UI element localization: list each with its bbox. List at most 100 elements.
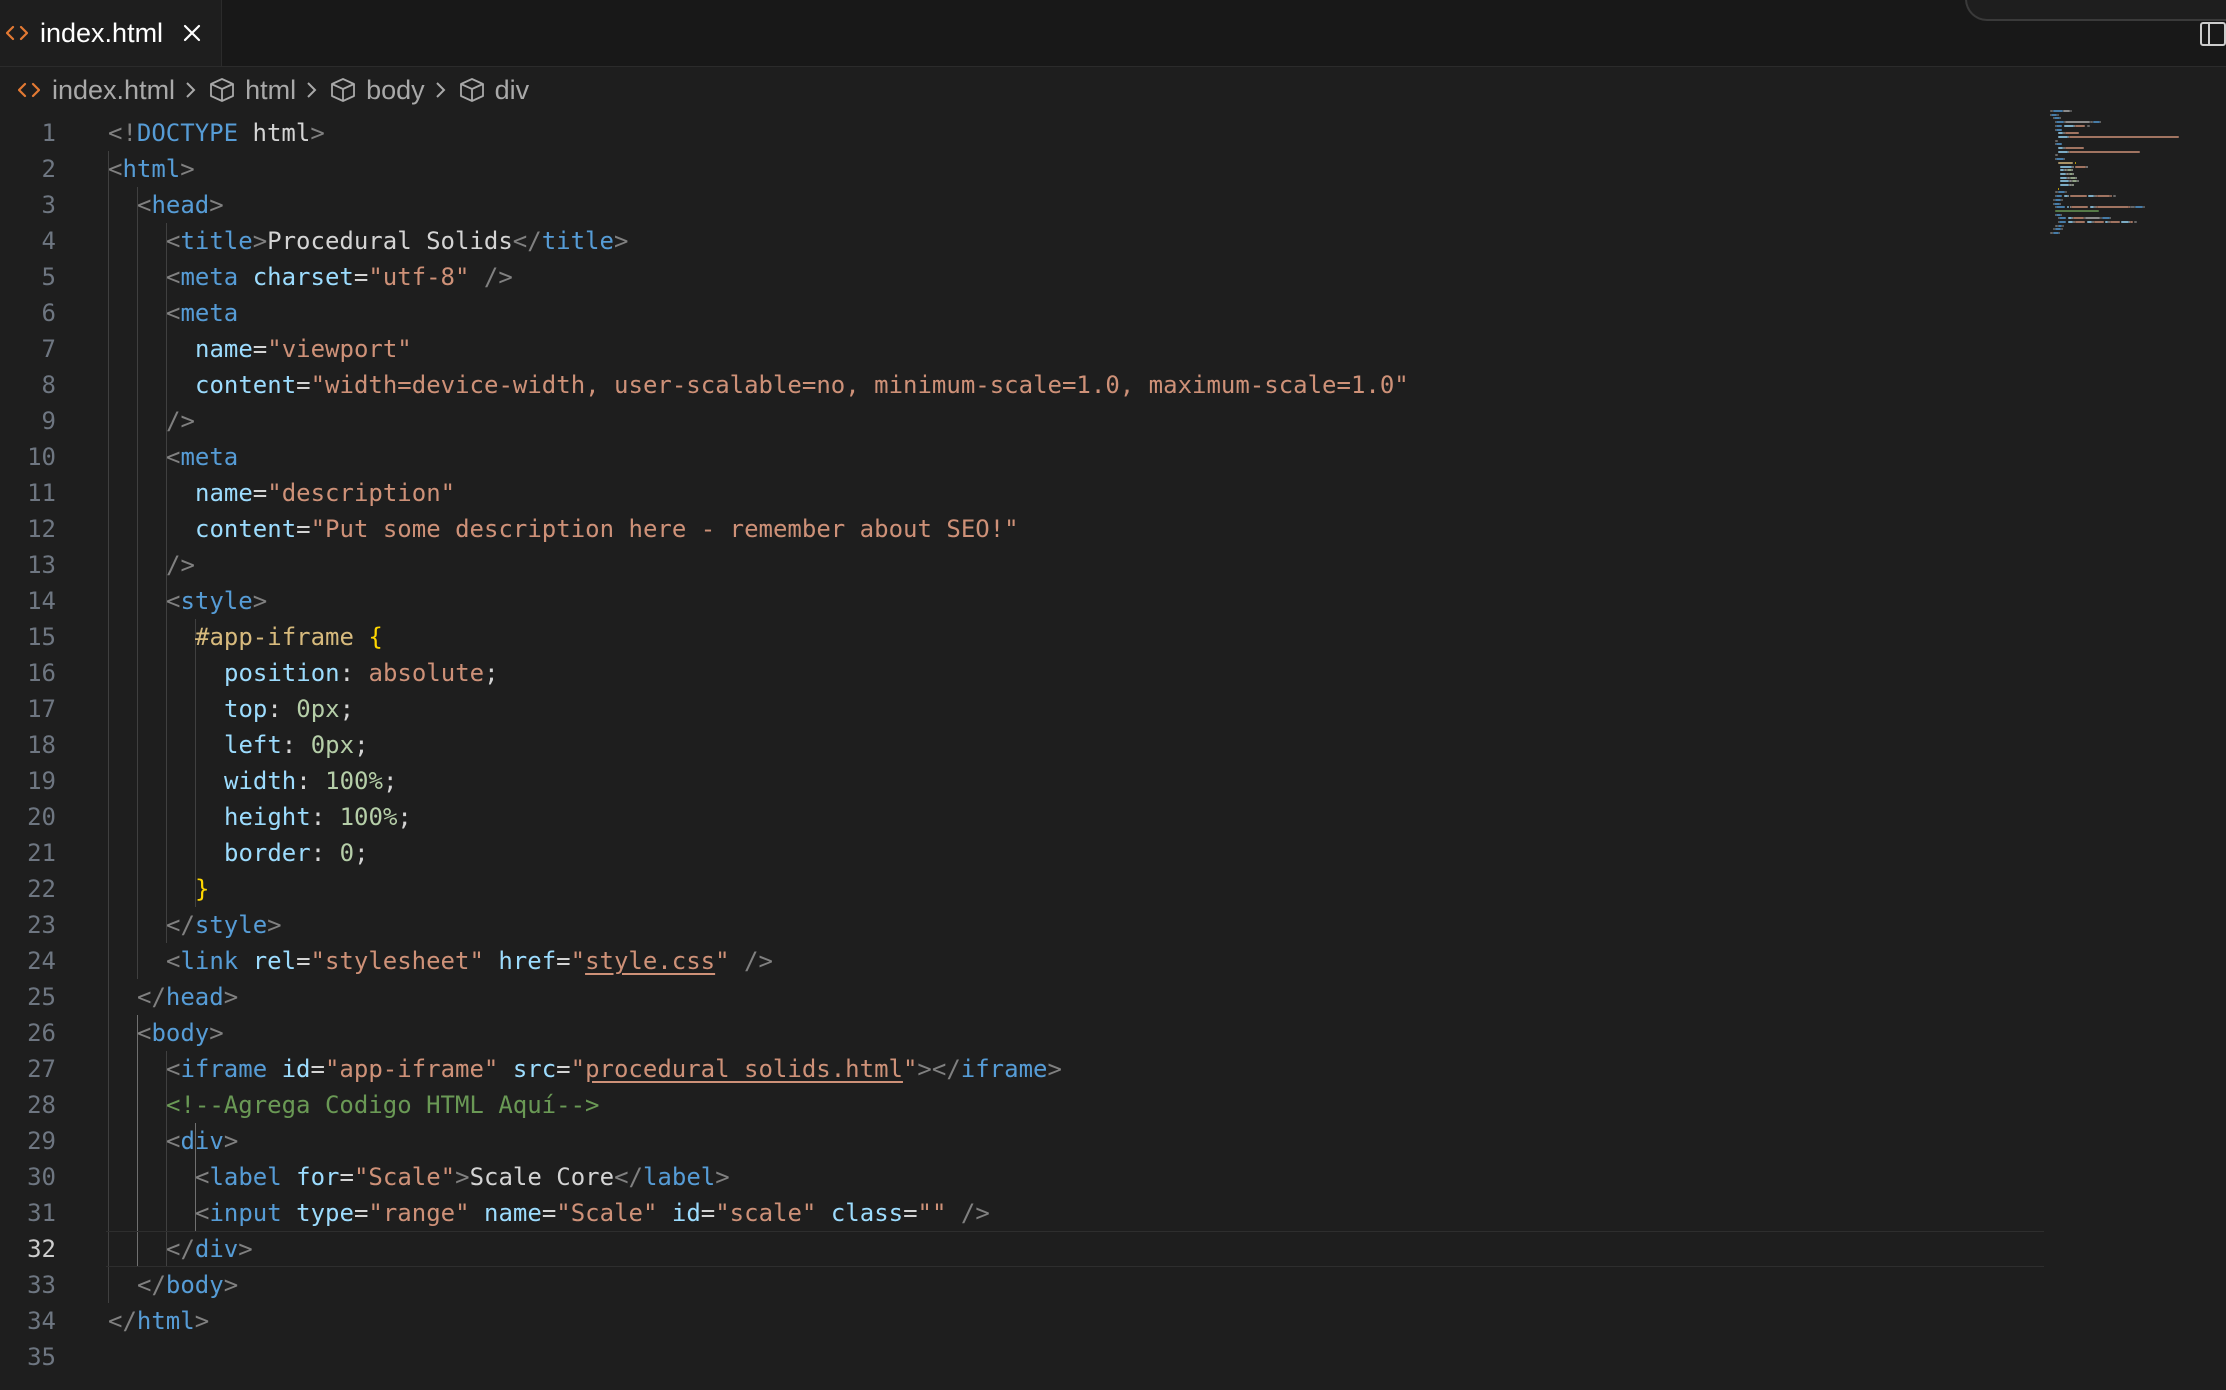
minimap-token [2085, 217, 2100, 220]
line-number: 30 [27, 1163, 56, 1191]
code-line[interactable]: 20 height: 100%; [0, 799, 2050, 835]
minimap-token [2056, 128, 2063, 131]
code-token: rel [252, 947, 297, 975]
code-line[interactable]: 16 position: absolute; [0, 655, 2050, 691]
line-code: <style> [166, 583, 267, 619]
code-line[interactable]: 21 border: 0; [0, 835, 2050, 871]
minimap-token [2057, 161, 2074, 164]
code-line[interactable]: 2 <html> [0, 151, 2050, 187]
code-line[interactable]: 11 name="description" [0, 475, 2050, 511]
code-token: top [224, 695, 268, 723]
code-line[interactable]: 15 #app-iframe { [0, 619, 2050, 655]
code-line[interactable]: 8 content="width=device-width, user-scala… [0, 367, 2050, 403]
breadcrumb-item-div[interactable]: div [457, 75, 529, 106]
line-code: <!DOCTYPE html> [108, 115, 325, 151]
code-line[interactable]: 26 <body> [0, 1015, 2050, 1051]
breadcrumb-item-body[interactable]: body [328, 75, 425, 106]
code-line[interactable]: 7 name="viewport" [0, 331, 2050, 367]
minimap-token [2056, 143, 2063, 146]
line-number: 24 [27, 947, 56, 975]
minimap-token [2092, 121, 2100, 124]
line-code: border: 0; [224, 835, 369, 871]
code-token: Scale Core [469, 1163, 615, 1191]
split-editor-icon[interactable] [2198, 20, 2226, 48]
minimap-token [2134, 206, 2144, 209]
code-token: ; [354, 731, 369, 759]
code-token: = [541, 1199, 557, 1227]
code-token: class [830, 1199, 904, 1227]
minimap-token [2093, 221, 2104, 223]
minimap-token [2143, 206, 2145, 209]
code-token: DOCTYPE [136, 119, 239, 147]
minimap-token [2063, 124, 2074, 127]
code-token: html [136, 1307, 195, 1335]
code-line[interactable]: 28 <!--Agrega Codigo HTML Aquí--> [0, 1087, 2050, 1123]
line-code: <title>Procedural Solids</title> [166, 223, 628, 259]
line-code: <meta [166, 439, 238, 475]
code-token: src [512, 1055, 557, 1083]
code-line[interactable]: 5 <meta charset="utf-8" /> [0, 259, 2050, 295]
code-token: </ [614, 1163, 643, 1191]
code-line[interactable]: 18 left: 0px; [0, 727, 2050, 763]
line-code: name="viewport" [195, 331, 412, 367]
code-token: = [296, 515, 311, 543]
code-line[interactable]: 10 <meta [0, 439, 2050, 475]
code-line[interactable]: 22} [0, 871, 2050, 907]
code-token: iframe [960, 1055, 1048, 1083]
code-line[interactable]: 23 </style> [0, 907, 2050, 943]
line-code: <iframe id="app-iframe" src="procedural_… [166, 1051, 1062, 1087]
chevron-right-icon [300, 75, 324, 105]
line-code: name="description" [195, 475, 455, 511]
code-line[interactable]: 27 <iframe id="app-iframe" src="procedura… [0, 1051, 2050, 1087]
code-line[interactable]: 29 <div> [0, 1123, 2050, 1159]
code-token: = [296, 371, 311, 399]
line-code: </div> [166, 1231, 253, 1267]
code-token: = [252, 479, 268, 507]
close-icon[interactable] [177, 18, 207, 48]
code-token: head [165, 983, 224, 1011]
code-line[interactable]: 31 <input type="range" name="Scale" id="s… [0, 1195, 2050, 1231]
line-number: 16 [27, 659, 56, 687]
breadcrumb-item-html[interactable]: html [207, 75, 296, 106]
code-line[interactable]: 17 top: 0px; [0, 691, 2050, 727]
tab-index-html[interactable]: index.html [0, 0, 222, 66]
minimap-token [2067, 169, 2072, 172]
code-token: 100% [339, 803, 398, 831]
line-code: height: 100%; [224, 799, 412, 835]
minimap-token [2121, 221, 2129, 223]
minimap-token [2069, 195, 2087, 198]
code-line[interactable]: 30 <label for="Scale">Scale Core</label> [0, 1159, 2050, 1195]
code-token: > [238, 1235, 253, 1263]
code-line[interactable]: 33 </body> [0, 1267, 2050, 1303]
code-token: title [180, 227, 253, 255]
code-line[interactable]: 34 </html> [0, 1303, 2050, 1339]
minimap[interactable] [2050, 110, 2226, 250]
code-line[interactable]: 13 /> [0, 547, 2050, 583]
line-code: left: 0px; [224, 727, 369, 763]
code-line[interactable]: 24 <link rel="stylesheet" href="style.css… [0, 943, 2050, 979]
code-line[interactable]: 35 [0, 1339, 2050, 1375]
line-code: } [195, 871, 209, 907]
code-line[interactable]: 3 <head> [0, 187, 2050, 223]
code-token: > [194, 1307, 210, 1335]
code-editor[interactable]: 1 <!DOCTYPE html> 2 <html> 3 <head> 4 <title>Pr… [0, 113, 2226, 1390]
code-line[interactable]: 12 content="Put some description here - r… [0, 511, 2050, 547]
code-line[interactable]: 9 /> [0, 403, 2050, 439]
code-line[interactable]: 1 <!DOCTYPE html> [0, 115, 2050, 151]
line-number: 9 [41, 407, 56, 435]
code-line[interactable]: 14 <style> [0, 583, 2050, 619]
minimap-token [2134, 221, 2138, 223]
breadcrumb-file[interactable]: index.html [14, 75, 175, 106]
code-line[interactable]: 25 </head> [0, 979, 2050, 1015]
code-line[interactable]: 32 </div> [0, 1231, 2050, 1267]
code-token: border [224, 839, 311, 867]
code-line[interactable]: 4 <title>Procedural Solids</title> [0, 223, 2050, 259]
code-line[interactable]: 6 <meta [0, 295, 2050, 331]
code-token: > [223, 983, 239, 1011]
code-line[interactable]: 19 width: 100%; [0, 763, 2050, 799]
code-token: "app-iframe" [324, 1055, 499, 1083]
